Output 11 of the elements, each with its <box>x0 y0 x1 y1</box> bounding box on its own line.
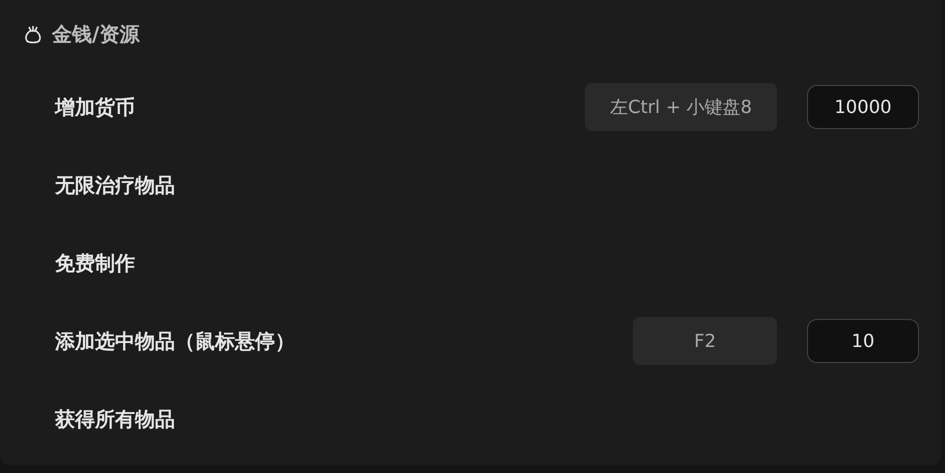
hotkey-button[interactable]: 左Ctrl + 小键盘8 <box>585 83 777 131</box>
option-label: 增加货币 <box>55 94 135 120</box>
option-label: 免费制作 <box>55 250 135 276</box>
value-input[interactable]: 10 <box>807 319 919 363</box>
section-title: 金钱/资源 <box>52 20 140 48</box>
option-label: 添加选中物品（鼠标悬停） <box>55 328 295 354</box>
money-bag-icon <box>24 24 42 44</box>
value-input[interactable]: 10000 <box>807 85 919 129</box>
option-label: 无限治疗物品 <box>55 172 175 198</box>
hotkey-button[interactable]: F2 <box>633 317 777 365</box>
option-label: 获得所有物品 <box>55 406 175 432</box>
